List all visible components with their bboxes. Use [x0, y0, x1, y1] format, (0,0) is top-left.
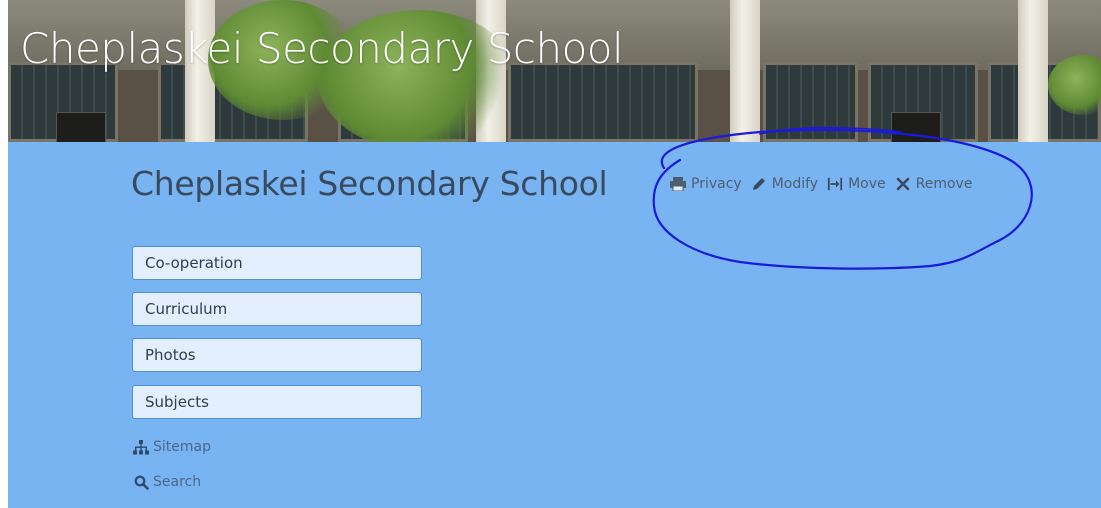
- banner-window: [763, 62, 858, 142]
- search-link[interactable]: Search: [133, 474, 201, 490]
- sitemap-link[interactable]: Sitemap: [133, 439, 211, 455]
- nav-item-curriculum[interactable]: Curriculum: [132, 292, 422, 326]
- nav-item-photos[interactable]: Photos: [132, 338, 422, 372]
- banner-pillar: [1018, 0, 1048, 142]
- nav-item-subjects[interactable]: Subjects: [132, 385, 422, 419]
- privacy-action[interactable]: Privacy: [670, 176, 742, 192]
- sitemap-icon: [133, 439, 149, 455]
- move-action[interactable]: Move: [827, 176, 886, 192]
- banner-plaque: [891, 112, 941, 142]
- site-title[interactable]: Cheplaskei Secondary School: [20, 24, 624, 73]
- remove-action[interactable]: Remove: [895, 176, 973, 192]
- banner-window: [508, 62, 698, 142]
- search-label: Search: [153, 474, 202, 490]
- close-icon: [895, 176, 911, 192]
- remove-label: Remove: [915, 176, 973, 192]
- pencil-icon: [751, 176, 767, 192]
- banner-plaque: [56, 112, 106, 142]
- move-label: Move: [848, 176, 886, 192]
- page-title: Cheplaskei Secondary School: [131, 164, 608, 203]
- privacy-label: Privacy: [691, 176, 742, 192]
- nav-item-co-operation[interactable]: Co-operation: [132, 246, 422, 280]
- sitemap-label: Sitemap: [153, 439, 211, 455]
- page-frame: Cheplaskei Secondary School Cheplaskei S…: [0, 0, 1101, 508]
- header-banner: Cheplaskei Secondary School: [8, 0, 1101, 142]
- banner-pillar: [730, 0, 760, 142]
- printer-icon: [670, 176, 686, 192]
- search-icon: [133, 474, 149, 490]
- page-actions-toolbar: Privacy Modify Move Remove: [670, 176, 981, 192]
- main-content: Cheplaskei Secondary School Privacy Modi…: [8, 142, 1101, 508]
- move-icon: [827, 176, 843, 192]
- modify-label: Modify: [771, 176, 819, 192]
- modify-action[interactable]: Modify: [751, 176, 818, 192]
